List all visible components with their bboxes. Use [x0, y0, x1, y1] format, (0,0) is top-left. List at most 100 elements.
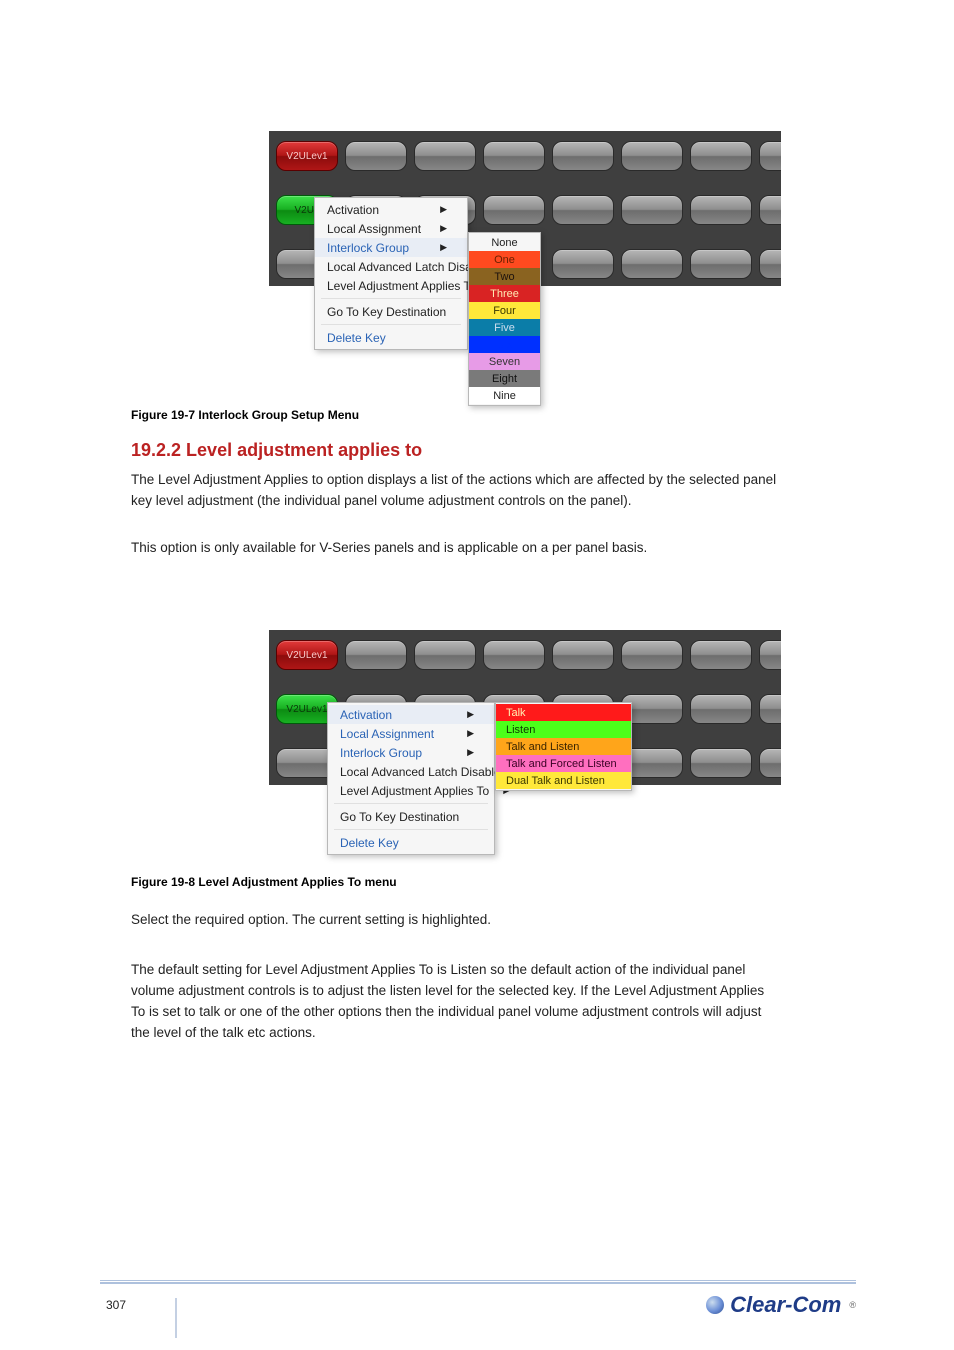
menu-item-delete[interactable]: Delete Key: [328, 833, 494, 852]
section-heading: 19.2.2 Level adjustment applies to: [131, 440, 422, 461]
menu-label: Level Adjustment Applies To: [340, 784, 489, 798]
menu-item-activation[interactable]: Activation ▶: [315, 200, 467, 219]
menu-separator: [334, 829, 488, 830]
panel-key[interactable]: [414, 141, 476, 171]
menu-label: Go To Key Destination: [340, 810, 459, 824]
panel-key[interactable]: [759, 694, 781, 724]
submenu-item-eight[interactable]: Eight: [469, 370, 540, 387]
panel-key[interactable]: [759, 748, 781, 778]
panel-key[interactable]: [621, 141, 683, 171]
body-text: The default setting for Level Adjustment…: [131, 960, 781, 1044]
panel-key[interactable]: [759, 640, 781, 670]
menu-label: Interlock Group: [340, 746, 422, 760]
key-row: V2ULev1: [269, 137, 781, 175]
footer-stub: [175, 1298, 177, 1338]
panel-key[interactable]: [345, 141, 407, 171]
menu-label: Local Advanced Latch Disable: [340, 765, 501, 779]
menu-item-interlock-group[interactable]: Interlock Group ▶: [328, 743, 494, 762]
panel-key-red[interactable]: V2ULev1: [276, 640, 338, 670]
menu-item-goto[interactable]: Go To Key Destination: [328, 807, 494, 826]
submenu-arrow-icon: ▶: [440, 204, 447, 215]
menu-item-level-adj[interactable]: Level Adjustment Applies To ▶: [315, 276, 467, 295]
brand-name: Clear-Com: [730, 1292, 841, 1318]
submenu-item-nine[interactable]: Nine: [469, 387, 540, 404]
menu-label: Go To Key Destination: [327, 305, 446, 319]
context-menu: Activation ▶ Local Assignment ▶ Interloc…: [327, 702, 495, 855]
submenu-arrow-icon: ▶: [440, 242, 447, 253]
panel-key[interactable]: [759, 141, 781, 171]
panel-key[interactable]: [483, 640, 545, 670]
submenu-arrow-icon: ▶: [467, 709, 474, 720]
panel-key[interactable]: [414, 640, 476, 670]
panel-key[interactable]: [621, 640, 683, 670]
menu-item-level-adj[interactable]: Level Adjustment Applies To ▶: [328, 781, 494, 800]
panel-key[interactable]: [759, 195, 781, 225]
page-number: 307: [106, 1298, 126, 1312]
panel-key[interactable]: [552, 640, 614, 670]
menu-item-local-adv-latch[interactable]: Local Advanced Latch Disable ▶: [328, 762, 494, 781]
submenu-item-two[interactable]: Two: [469, 268, 540, 285]
menu-label: Activation: [340, 708, 392, 722]
submenu-item-talk-forced-listen[interactable]: Talk and Forced Listen: [496, 755, 631, 772]
submenu-interlock-group: None One Two Three Four Five Six Seven E…: [468, 232, 541, 406]
menu-label: Local Advanced Latch Disable: [327, 260, 488, 274]
menu-item-local-adv-latch[interactable]: Local Advanced Latch Disable ▶: [315, 257, 467, 276]
panel-key[interactable]: [552, 249, 614, 279]
panel-key[interactable]: [552, 195, 614, 225]
menu-label: Interlock Group: [327, 241, 409, 255]
submenu-arrow-icon: ▶: [467, 728, 474, 739]
submenu-item-talk-listen[interactable]: Talk and Listen: [496, 738, 631, 755]
registered-mark: ®: [849, 1300, 856, 1310]
submenu-item-listen[interactable]: Listen: [496, 721, 631, 738]
submenu-arrow-icon: ▶: [467, 747, 474, 758]
body-text: This option is only available for V-Seri…: [131, 538, 781, 559]
panel-key[interactable]: [690, 141, 752, 171]
submenu-item-dual-talk-listen[interactable]: Dual Talk and Listen: [496, 772, 631, 789]
panel-key-red[interactable]: V2ULev1: [276, 141, 338, 171]
footer-rule: [100, 1280, 856, 1284]
menu-label: Delete Key: [327, 331, 386, 345]
submenu-item-seven[interactable]: Seven: [469, 353, 540, 370]
submenu-item-six[interactable]: Six: [469, 336, 540, 353]
menu-item-activation[interactable]: Activation ▶: [328, 705, 494, 724]
panel-key[interactable]: [690, 748, 752, 778]
figure-caption: Figure 19-8 Level Adjustment Applies To …: [131, 875, 397, 889]
menu-separator: [321, 324, 461, 325]
submenu-item-talk[interactable]: Talk: [496, 704, 631, 721]
panel-key[interactable]: [621, 249, 683, 279]
body-text: Select the required option. The current …: [131, 910, 781, 931]
submenu-item-four[interactable]: Four: [469, 302, 540, 319]
menu-item-goto[interactable]: Go To Key Destination: [315, 302, 467, 321]
panel-key[interactable]: [690, 249, 752, 279]
panel-key[interactable]: [621, 195, 683, 225]
menu-label: Local Assignment: [327, 222, 421, 236]
menu-label: Local Assignment: [340, 727, 434, 741]
submenu-item-three[interactable]: Three: [469, 285, 540, 302]
menu-label: Activation: [327, 203, 379, 217]
menu-label: Delete Key: [340, 836, 399, 850]
submenu-item-five[interactable]: Five: [469, 319, 540, 336]
panel-key[interactable]: [483, 141, 545, 171]
menu-separator: [321, 298, 461, 299]
menu-item-interlock-group[interactable]: Interlock Group ▶: [315, 238, 467, 257]
panel-key[interactable]: [690, 640, 752, 670]
panel-key[interactable]: [552, 141, 614, 171]
context-menu: Activation ▶ Local Assignment ▶ Interloc…: [314, 197, 468, 350]
menu-item-delete[interactable]: Delete Key: [315, 328, 467, 347]
menu-item-local-assignment[interactable]: Local Assignment ▶: [328, 724, 494, 743]
page-footer: 307 Clear-Com ®: [0, 1280, 954, 1350]
menu-separator: [334, 803, 488, 804]
panel-key[interactable]: [690, 195, 752, 225]
panel-key[interactable]: [345, 640, 407, 670]
submenu-item-one[interactable]: One: [469, 251, 540, 268]
panel-key[interactable]: [690, 694, 752, 724]
panel-key[interactable]: [759, 249, 781, 279]
panel-key[interactable]: [483, 195, 545, 225]
submenu-item-none[interactable]: None: [469, 234, 540, 251]
menu-item-local-assignment[interactable]: Local Assignment ▶: [315, 219, 467, 238]
brand-logo: Clear-Com ®: [706, 1292, 856, 1318]
submenu-arrow-icon: ▶: [440, 223, 447, 234]
key-row: V2ULev1: [269, 636, 781, 674]
figure-caption: Figure 19-7 Interlock Group Setup Menu: [131, 408, 359, 422]
globe-icon: [706, 1296, 724, 1314]
